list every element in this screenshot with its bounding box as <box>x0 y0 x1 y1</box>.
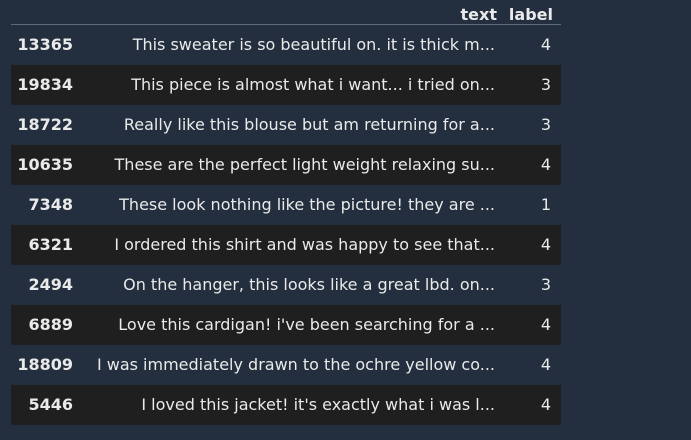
text-cell: Really like this blouse but am returning… <box>123 115 495 134</box>
row-index: 19834 <box>17 75 73 94</box>
table-row: 18809 I was immediately drawn to the och… <box>11 345 561 385</box>
index-header <box>11 0 81 25</box>
row-index: 13365 <box>17 35 73 55</box>
label-cell: 1 <box>540 195 551 214</box>
label-cell: 4 <box>540 235 551 254</box>
label-cell: 3 <box>540 115 551 134</box>
label-cell: 4 <box>540 155 551 174</box>
label-cell: 4 <box>540 35 551 55</box>
table-row: 6889 Love this cardigan! i've been searc… <box>11 304 561 345</box>
row-index: 2494 <box>28 275 73 294</box>
dataframe-table: text label 13365 This sweater is so beau… <box>11 0 561 425</box>
text-cell: I loved this jacket! it's exactly what i… <box>141 395 495 414</box>
column-header-label: label <box>505 0 561 25</box>
text-cell: Love this cardigan! i've been searching … <box>118 315 495 334</box>
label-cell: 4 <box>540 315 551 334</box>
row-index: 6321 <box>28 235 73 254</box>
table-row: 10635 These are the perfect light weight… <box>11 144 561 185</box>
table-row: 6321 I ordered this shirt and was happy … <box>11 224 561 265</box>
column-header-text: text <box>81 0 505 25</box>
table-body: 13365 This sweater is so beautiful on. i… <box>11 25 561 425</box>
table-row: 13365 This sweater is so beautiful on. i… <box>11 25 561 65</box>
dataframe-output: text label 13365 This sweater is so beau… <box>11 0 561 425</box>
text-cell: This sweater is so beautiful on. it is t… <box>132 35 495 55</box>
table-row: 18722 Really like this blouse but am ret… <box>11 105 561 145</box>
text-cell: I ordered this shirt and was happy to se… <box>114 235 495 254</box>
text-cell: This piece is almost what i want... i tr… <box>131 75 495 94</box>
table-row: 2494 On the hanger, this looks like a gr… <box>11 265 561 305</box>
row-index: 18722 <box>17 115 73 134</box>
table-row: 7348 These look nothing like the picture… <box>11 185 561 225</box>
header-row: text label <box>11 0 561 25</box>
label-cell: 3 <box>540 275 551 294</box>
row-index: 10635 <box>17 155 73 174</box>
table-row: 19834 This piece is almost what i want..… <box>11 64 561 105</box>
label-cell: 3 <box>540 75 551 94</box>
row-index: 5446 <box>28 395 73 414</box>
text-cell: These look nothing like the picture! the… <box>119 195 495 214</box>
label-cell: 4 <box>540 355 551 374</box>
row-index: 7348 <box>28 195 73 214</box>
text-cell: These are the perfect light weight relax… <box>114 155 495 174</box>
table-row: 5446 I loved this jacket! it's exactly w… <box>11 384 561 425</box>
text-cell: On the hanger, this looks like a great l… <box>123 275 495 294</box>
row-index: 18809 <box>17 355 73 374</box>
label-cell: 4 <box>540 395 551 414</box>
row-index: 6889 <box>28 315 73 334</box>
text-cell: I was immediately drawn to the ochre yel… <box>96 355 495 374</box>
table-header: text label <box>11 0 561 25</box>
